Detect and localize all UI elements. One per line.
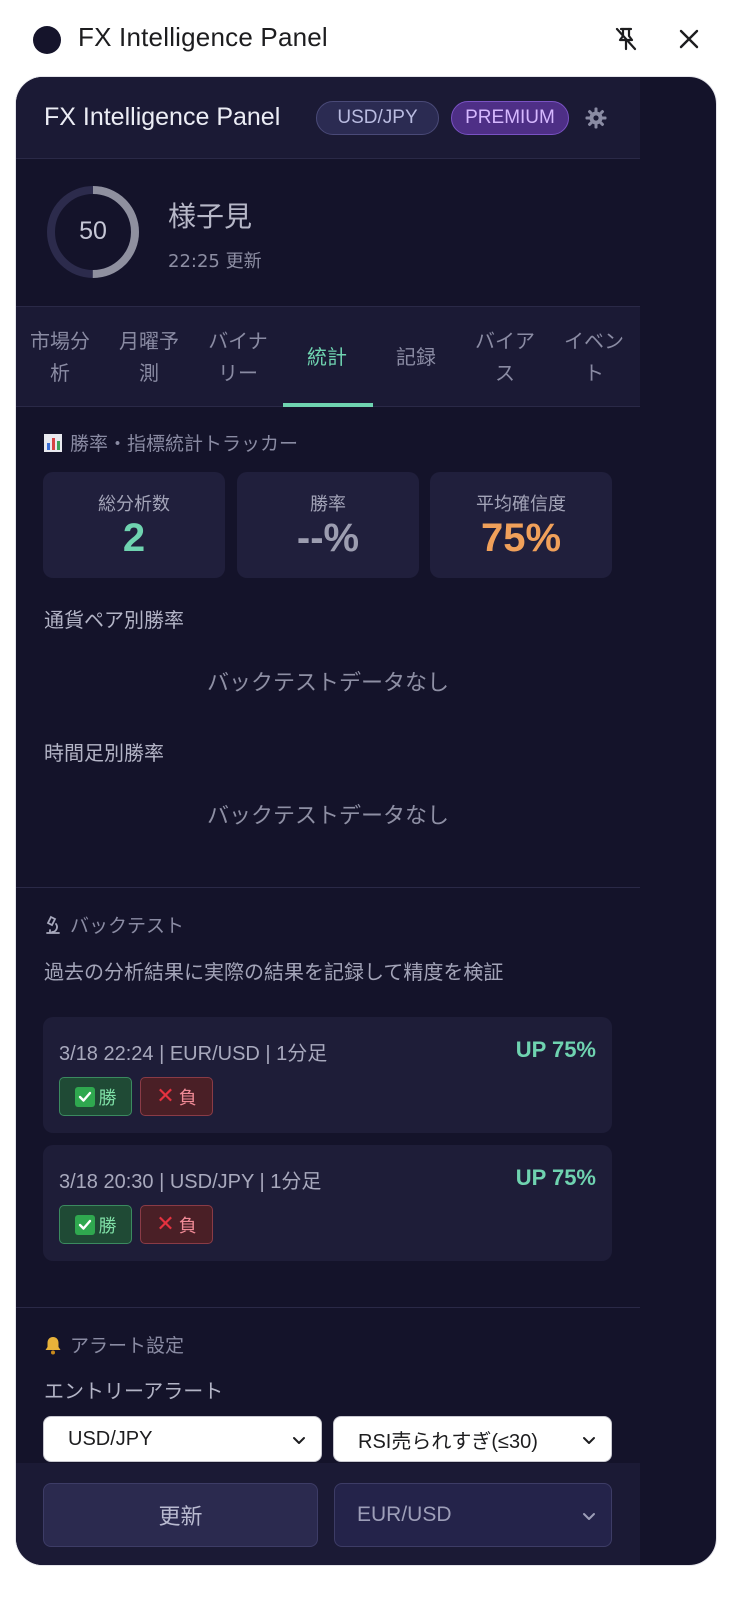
tab-1[interactable]: 市場分析 (16, 307, 104, 407)
stats-section-title: 勝率・指標統計トラッカー (70, 433, 299, 455)
tab-label: 市場分析 (30, 329, 90, 385)
stat-value: --% (296, 516, 360, 560)
signal-summary: 50 様子見 22:25 更新 (16, 159, 640, 307)
tab-label: 月曜予測 (119, 329, 179, 385)
win-label: 勝 (98, 1087, 117, 1109)
chevron-down-icon (293, 1437, 305, 1444)
update-button[interactable]: 更新 (43, 1483, 318, 1547)
tab-5[interactable]: 記録 (372, 307, 460, 407)
tab-2[interactable]: 月曜予測 (105, 307, 193, 407)
close-icon[interactable] (672, 22, 706, 56)
stat-card-win-rate: 勝率 --% (237, 472, 419, 578)
alert-condition-select[interactable]: RSI売られすぎ(≤30) (333, 1416, 612, 1462)
entry-alert-title: エントリーアラート (44, 1379, 224, 1403)
pair-badge[interactable]: USD/JPY (316, 101, 439, 135)
side-panel-title: FX Intelligence Panel (78, 22, 328, 52)
stat-value: 2 (122, 516, 146, 560)
signal-label: 様子見 (168, 200, 253, 233)
alert-section-title: アラート設定 (70, 1335, 185, 1357)
tab-label: バイアス (475, 329, 535, 385)
stats-section-header: 勝率・指標統計トラッカー (44, 429, 298, 456)
by-timeframe-empty: バックテストデータなし (206, 804, 449, 829)
by-pair-title: 通貨ペア別勝率 (44, 608, 184, 632)
alert-condition-value: RSI売られすぎ(≤30) (358, 1430, 538, 1453)
win-button[interactable]: 勝 (59, 1077, 132, 1116)
lose-button[interactable]: ✕ 負 (140, 1077, 213, 1116)
check-icon (74, 1214, 95, 1235)
tab-label: バイナ リー (208, 329, 268, 385)
backtest-entry-info: 3/18 22:24 | EUR/USD | 1分足 (59, 1043, 328, 1065)
panel-title: FX Intelligence Panel (44, 103, 281, 131)
gear-icon[interactable] (584, 106, 608, 130)
stat-card-total: 総分析数 2 (43, 472, 225, 578)
by-pair-empty: バックテストデータなし (206, 671, 449, 696)
stat-label: 勝率 (310, 494, 346, 515)
alert-pair-value: USD/JPY (68, 1427, 153, 1450)
extension-icon (33, 26, 61, 54)
cross-icon: ✕ (156, 1212, 175, 1237)
backtest-section-title: バックテスト (70, 915, 185, 937)
panel-footer: 更新 EUR/USD (16, 1463, 640, 1565)
tab-3[interactable]: バイナ リー (194, 307, 282, 407)
premium-badge: PREMIUM (451, 101, 569, 135)
divider (16, 1307, 640, 1308)
score-value: 50 (79, 217, 107, 245)
chevron-down-icon (583, 1437, 595, 1444)
footer-pair-value: EUR/USD (357, 1503, 452, 1526)
divider (16, 887, 640, 888)
backtest-entry-direction: UP 75% (515, 1165, 596, 1190)
backtest-description: 過去の分析結果に実際の結果を記録して精度を検証 (44, 960, 504, 984)
bar-chart-icon (44, 434, 62, 452)
fx-panel: FX Intelligence Panel USD/JPY PREMIUM 50… (15, 76, 717, 1566)
tab-6[interactable]: バイアス (461, 307, 549, 407)
backtest-entry: 3/18 22:24 | EUR/USD | 1分足 UP 75% 勝 ✕ 負 (43, 1017, 612, 1133)
lose-button[interactable]: ✕ 負 (140, 1205, 213, 1244)
backtest-section-header: バックテスト (44, 911, 184, 938)
win-button[interactable]: 勝 (59, 1205, 132, 1244)
tab-4[interactable]: 統計 (283, 307, 371, 407)
footer-pair-select[interactable]: EUR/USD (334, 1483, 612, 1547)
backtest-entry-direction: UP 75% (515, 1037, 596, 1062)
check-icon (74, 1086, 95, 1107)
active-tab-indicator (283, 403, 373, 407)
stat-value: 75% (480, 516, 562, 560)
alert-pair-select[interactable]: USD/JPY (43, 1416, 322, 1462)
updated-time: 22:25 更新 (168, 251, 262, 272)
microscope-icon (44, 915, 62, 935)
backtest-entry: 3/18 20:30 | USD/JPY | 1分足 UP 75% 勝 ✕ 負 (43, 1145, 612, 1261)
stat-label: 平均確信度 (476, 494, 566, 515)
win-label: 勝 (98, 1215, 117, 1237)
cross-icon: ✕ (156, 1084, 175, 1109)
unpin-icon[interactable] (609, 22, 643, 56)
lose-label: 負 (178, 1215, 197, 1237)
tab-7[interactable]: イベント (550, 307, 638, 407)
backtest-entry-info: 3/18 20:30 | USD/JPY | 1分足 (59, 1171, 322, 1193)
panel-header: FX Intelligence Panel USD/JPY PREMIUM (16, 77, 640, 159)
by-timeframe-title: 時間足別勝率 (44, 741, 164, 765)
stat-label: 総分析数 (98, 494, 170, 515)
bell-icon (44, 1335, 62, 1355)
tab-bar: イベントバイアス 記録 統計 バイナ リー 月曜予測市場分析 (16, 307, 640, 407)
tab-label: 記録 (396, 345, 436, 369)
chevron-down-icon (583, 1513, 595, 1520)
lose-label: 負 (178, 1087, 197, 1109)
tab-label: イベント (564, 329, 624, 385)
alert-section-header: アラート設定 (44, 1331, 184, 1358)
tab-label: 統計 (307, 345, 347, 369)
stat-card-confidence: 平均確信度 75% (430, 472, 612, 578)
